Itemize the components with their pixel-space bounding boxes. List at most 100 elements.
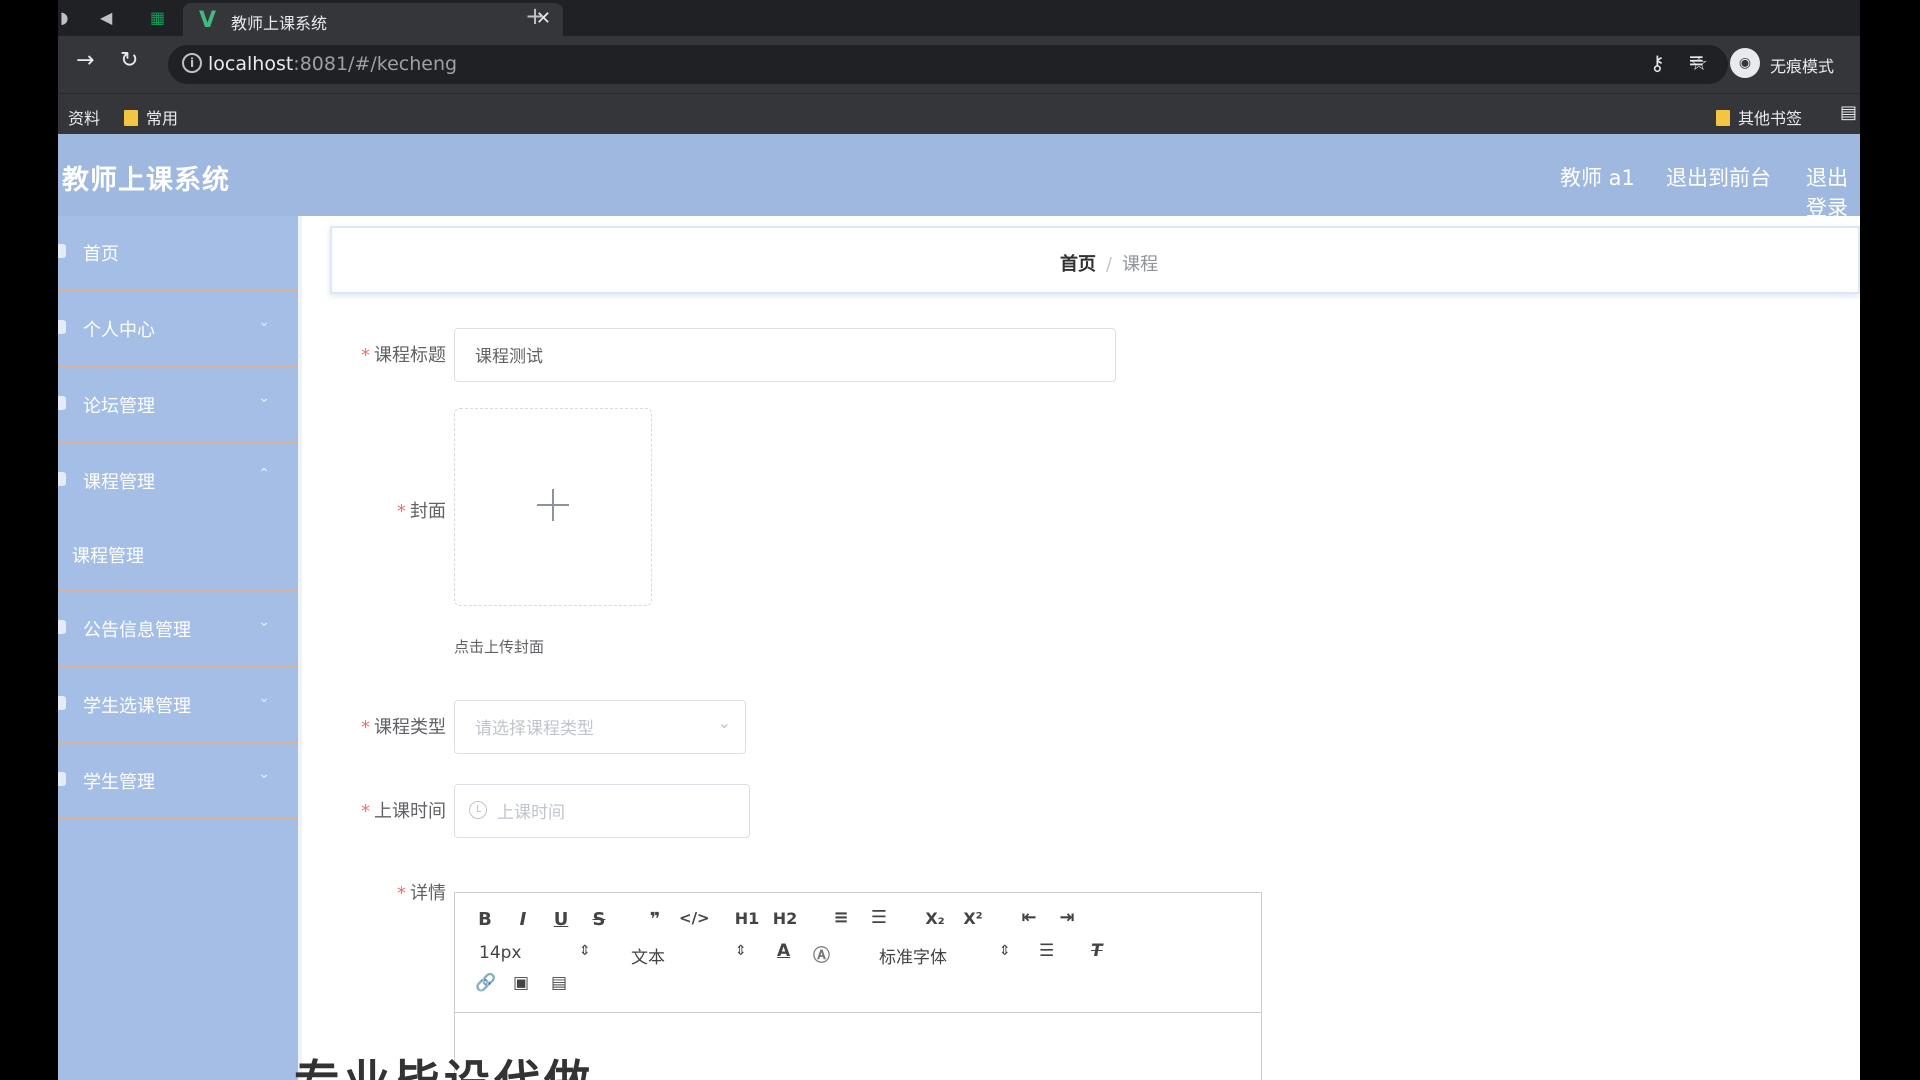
incognito-label: 无痕模式 [1770,57,1835,76]
cover-label: * 封面 [397,501,446,522]
notice-icon [58,620,66,634]
sidebar-subitem-course[interactable]: 课程管理 [58,520,298,592]
cover-upload-tip: 点击上传封面 [454,638,545,656]
chevron-down-icon: ⌄ [258,766,270,782]
folder-icon [124,110,138,126]
sidebar-item-profile[interactable]: 个人中心 ⌄ [58,292,298,368]
image-icon[interactable]: ▣ [513,973,529,993]
title-label: * 课程标题 [361,345,446,366]
select-placeholder: 请选择课程类型 [475,719,594,739]
class-time-input[interactable]: 上课时间 [454,784,750,838]
sheet-icon[interactable]: ▦ [150,0,165,36]
address-bar[interactable]: i localhost:8081/#/kecheng ⚷ ☆ [168,45,1728,84]
sidebar: 首页 个人中心 ⌄ 论坛管理 ⌄ 课程管理 ⌃ 课程管理 公告信息管理 ⌄ 学生… [58,216,298,1080]
plus-icon [537,489,569,521]
background-color-icon[interactable]: Ⓐ [813,941,830,966]
breadcrumb-current: 课程 [1122,254,1159,275]
font-size-picker[interactable]: 14px ⇕ [479,943,591,963]
new-tab-button[interactable]: + [525,2,545,30]
updown-icon: ⇕ [999,943,1011,959]
mute-icon[interactable]: ◀ [100,0,112,36]
code-block-button[interactable]: </> [679,909,710,927]
chevron-up-icon: ⌃ [258,466,270,482]
sidebar-item-students[interactable]: 学生管理 ⌄ [58,744,298,820]
chevron-down-icon: ⌄ [258,390,270,406]
underline-button[interactable]: U [547,909,575,930]
course-type-select[interactable]: 请选择课程类型 ⌄ [454,700,746,754]
student-icon [58,772,66,786]
vue-logo-icon: V [199,8,217,33]
font-color-icon[interactable]: A [777,941,790,961]
folder-icon [1716,110,1730,126]
italic-button[interactable]: I [509,909,537,930]
user-name: 教师 a1 [1560,166,1635,190]
time-placeholder: 上课时间 [497,803,565,823]
tab-title: 教师上课系统 [231,14,328,33]
chevron-down-icon: ⌄ [717,713,731,732]
incognito-indicator[interactable]: ◉ 无痕模式 [1730,46,1860,82]
video-icon[interactable]: ▤ [551,973,567,993]
tab-strip: ◗ ◀ ▦ V 教师上课系统 ✕ + [58,0,1860,36]
bullet-list-button[interactable]: ☰ [865,907,893,928]
app-root: 教师上课系统 教师 a1 退出到前台 退出登录 首页 个人中心 ⌄ 论坛管理 ⌄ [58,134,1860,1080]
bookmark-folder[interactable]: 常用 [124,105,178,129]
sidebar-item-label: 学生选课管理 [83,696,191,717]
ordered-list-button[interactable]: ≡ [827,907,855,928]
sidebar-item-label: 学生管理 [83,772,155,793]
breadcrumb-bar: 首页 / 课程 [330,226,1860,294]
link-icon[interactable]: 🔗 [475,973,496,993]
window-edge-icon: ◗ [60,8,69,27]
tab-search-icon[interactable]: ≡ [1688,48,1705,72]
watermark-overlay-text: 专业毕设代做 [294,1046,594,1080]
url-text[interactable]: localhost:8081/#/kecheng [208,53,457,75]
form-labels: * 课程标题 * 封面 * 课程类型 * 上课时间 * 详情 [302,216,446,1080]
other-bookmarks[interactable]: 其他书签 [1716,105,1802,129]
sidebar-item-label: 课程管理 [83,472,155,493]
sidebar-item-label: 公告信息管理 [83,620,191,641]
time-label: * 上课时间 [361,801,446,822]
sidebar-item-home[interactable]: 首页 [58,216,298,292]
sidebar-item-course[interactable]: 课程管理 ⌃ [58,444,298,520]
header-picker[interactable]: 文本 ⇕ [631,943,747,968]
browser-window: ◗ ◀ ▦ V 教师上课系统 ✕ + → ↻ i localhost:8081/… [58,0,1860,1080]
editor-toolbar: B I U S ❞ </> H1 H2 ≡ ☰ X₂ X² ⇤ ⇥ 14px ⇕ … [455,893,1261,1013]
sidebar-item-enroll[interactable]: 学生选课管理 ⌄ [58,668,298,744]
main-content: 首页 / 课程 * 课程标题 * 封面 * 课程类型 * 上课时间 * 详情 课程测试 点击上… [298,216,1860,1080]
indent-button[interactable]: ⇥ [1053,907,1081,928]
sidebar-item-label: 课程管理 [72,546,144,567]
reading-list-icon[interactable]: ▤ [1840,102,1857,123]
blockquote-button[interactable]: ❞ [641,909,669,930]
app-title: 教师上课系统 [62,165,230,196]
forum-icon [58,396,66,410]
key-icon[interactable]: ⚷ [1650,51,1665,75]
cover-upload[interactable] [454,408,652,606]
reload-icon[interactable]: ↻ [120,48,138,73]
breadcrumb: 首页 / 课程 [1060,250,1158,276]
clear-format-icon[interactable]: T [1091,941,1103,961]
header1-button[interactable]: H1 [733,909,761,928]
chevron-down-icon: ⌄ [258,314,270,330]
subscript-button[interactable]: X₂ [921,909,949,928]
outdent-button[interactable]: ⇤ [1015,907,1043,928]
strike-button[interactable]: S [585,909,613,930]
browser-toolbar: → ↻ i localhost:8081/#/kecheng ⚷ ☆ ≡ ◉ 无… [58,36,1860,93]
sidebar-item-notice[interactable]: 公告信息管理 ⌄ [58,592,298,668]
align-icon[interactable]: ☰ [1039,941,1054,961]
sidebar-item-label: 个人中心 [83,320,155,341]
superscript-button[interactable]: X² [959,909,987,928]
header2-button[interactable]: H2 [771,909,799,928]
breadcrumb-home[interactable]: 首页 [1060,254,1096,275]
app-header: 教师上课系统 教师 a1 退出到前台 退出登录 [58,134,1860,220]
course-icon [58,472,66,486]
logout-link[interactable]: 退出登录 [1806,162,1860,222]
bold-button[interactable]: B [471,909,499,930]
bookmark-item[interactable]: 资料 [68,105,100,129]
sidebar-item-forum[interactable]: 论坛管理 ⌄ [58,368,298,444]
forward-arrow-icon[interactable]: → [76,48,94,73]
browser-tab[interactable]: V 教师上课系统 ✕ [183,3,563,36]
bookmarks-bar: 资料 常用 其他书签 ▤ [58,93,1860,134]
font-family-picker[interactable]: 标准字体 ⇕ [879,943,1011,968]
exit-to-front-link[interactable]: 退出到前台 [1666,162,1771,192]
course-title-input[interactable]: 课程测试 [454,328,1116,382]
info-icon[interactable]: i [182,53,202,73]
